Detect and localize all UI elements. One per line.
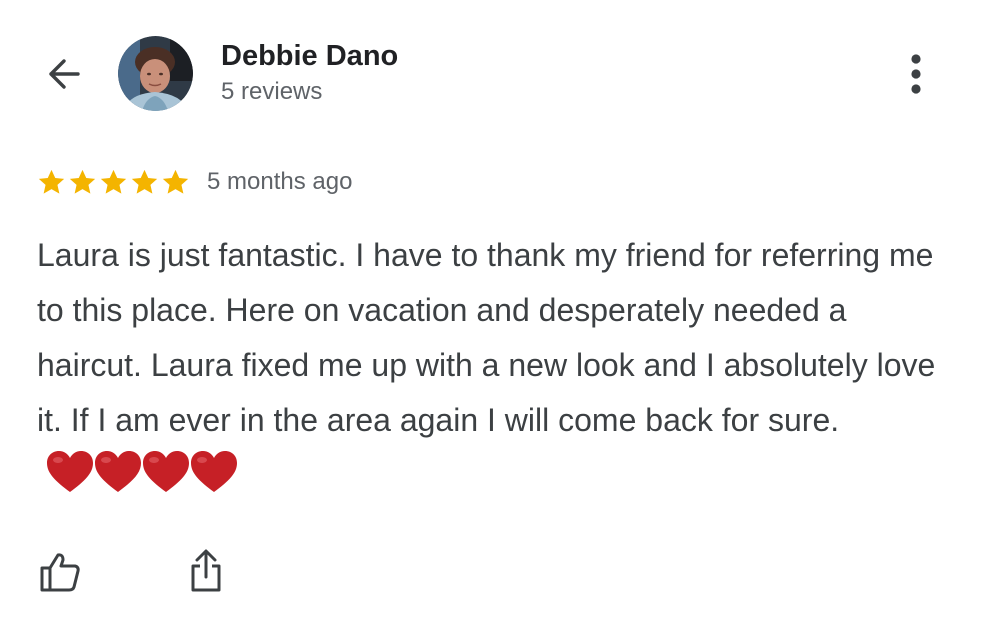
heart-emojis [45, 449, 237, 495]
star-icon [100, 169, 127, 194]
share-icon [191, 549, 221, 592]
heart-icon [95, 451, 141, 492]
reviewer-photo [118, 36, 193, 111]
rating-row: 5 months ago [36, 164, 352, 200]
review-date: 5 months ago [207, 168, 353, 195]
heart-icon [47, 451, 93, 492]
back-button[interactable] [40, 50, 88, 98]
more-vertical-icon [911, 54, 921, 94]
review-count[interactable]: 5 reviews [221, 77, 322, 107]
more-options-button[interactable] [896, 48, 936, 100]
star-rating [36, 167, 191, 198]
share-button[interactable] [182, 546, 230, 596]
heart-icon [191, 451, 237, 492]
star-icon [162, 169, 189, 194]
reviewer-name[interactable]: Debbie Dano [221, 38, 398, 74]
heart-icon [143, 451, 189, 492]
star-icon [38, 169, 65, 194]
review-body: Laura is just fantastic. I have to thank… [37, 237, 936, 438]
avatar[interactable] [118, 36, 193, 111]
review-text: Laura is just fantastic. I have to thank… [37, 228, 957, 503]
thumbs-up-icon [40, 553, 80, 592]
star-icon [131, 169, 158, 194]
like-button[interactable] [36, 548, 84, 596]
arrow-back-icon [49, 59, 80, 89]
star-icon [69, 169, 96, 194]
